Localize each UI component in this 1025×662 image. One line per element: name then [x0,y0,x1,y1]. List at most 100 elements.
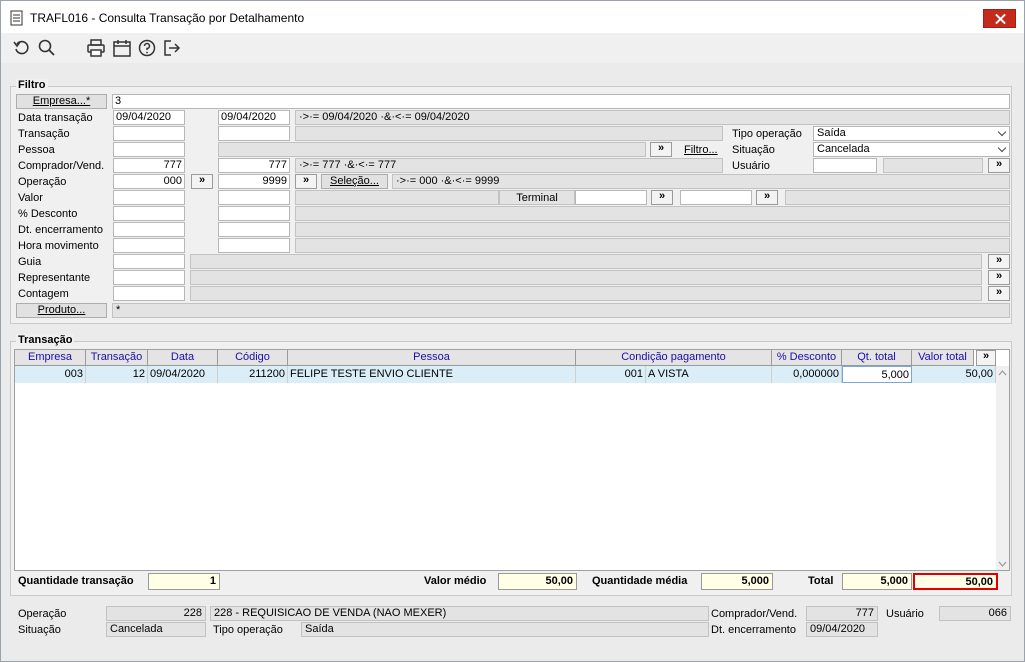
quantidade-media-label: Quantidade média [592,575,688,587]
selecao-button-label: Seleção... [330,175,379,187]
col-desconto[interactable]: % Desconto [772,350,842,366]
dt-encerramento-to[interactable] [218,222,290,237]
desconto-from[interactable] [113,206,185,221]
representante-input[interactable] [113,270,185,285]
col-transacao[interactable]: Transação [86,350,148,366]
footer-situacao-value: Cancelada [106,622,206,637]
close-button[interactable] [983,9,1016,28]
cell-empresa: 003 [15,366,86,383]
dt-encerramento-label: Dt. encerramento [18,224,103,236]
operacao-to[interactable]: 9999 [218,174,290,189]
footer-operacao-desc: 228 - REQUISICAO DE VENDA (NAO MEXER) [210,606,709,621]
pessoa-expr [218,142,646,157]
footer-comprador-value: 777 [806,606,878,621]
terminal-label: Terminal [499,190,575,205]
usuario-arrow-button[interactable]: » [988,158,1010,173]
transacao-label: Transação [18,128,70,140]
operacao-to-arrow-button[interactable]: » [295,174,317,189]
cell-qt-total[interactable]: 5,000 [842,366,912,383]
hora-movimento-expr [295,238,1010,253]
grid-scrollbar[interactable] [996,366,1009,570]
valor-from[interactable] [113,190,185,205]
pessoa-arrow-button[interactable]: » [650,142,672,157]
tipo-operacao-value: Saída [817,127,846,139]
quantidade-media-value: 5,000 [701,573,773,590]
col-empresa[interactable]: Empresa [15,350,86,366]
refresh-icon[interactable] [12,38,32,58]
chevron-down-icon[interactable] [998,561,1007,567]
desconto-label: % Desconto [18,208,78,220]
representante-expr [190,270,982,285]
produto-expr: * [112,303,1010,318]
window-title: TRAFL016 - Consulta Transação por Detalh… [30,11,305,25]
data-transacao-from[interactable]: 09/04/2020 [113,110,185,125]
quantidade-transacao-label: Quantidade transação [18,575,134,587]
data-transacao-to[interactable]: 09/04/2020 [218,110,290,125]
cell-condicao-descricao: A VISTA [646,366,772,383]
comprador-from[interactable]: 777 [113,158,185,173]
contagem-input[interactable] [113,286,185,301]
quantidade-transacao-value: 1 [148,573,220,590]
col-codigo[interactable]: Código [218,350,288,366]
calendar-icon[interactable] [112,38,132,58]
cell-codigo: 211200 [218,366,288,383]
col-qt-total[interactable]: Qt. total [842,350,912,366]
comprador-to[interactable]: 777 [218,158,290,173]
operacao-from[interactable]: 000 [113,174,185,189]
produto-button-label: Produto... [37,304,86,316]
footer-operacao-label: Operação [18,608,67,620]
valor-to[interactable] [218,190,290,205]
col-valor-total[interactable]: Valor total [912,350,974,366]
comprador-expr: ·>·= 777 ·&·<·= 777 [295,158,723,173]
empresa-input[interactable]: 3 [112,94,1010,109]
chevron-down-icon [997,127,1007,137]
situacao-select[interactable]: Cancelada [813,142,1010,157]
operacao-arrow-button[interactable]: » [191,174,213,189]
dt-encerramento-from[interactable] [113,222,185,237]
transacao-to[interactable] [218,126,290,141]
hora-movimento-to[interactable] [218,238,290,253]
footer-tipo-operacao-value: Saída [301,622,709,637]
terminal-from[interactable] [575,190,647,205]
data-transacao-label: Data transação [18,112,93,124]
table-row[interactable]: 003 12 09/04/2020 211200 FELIPE TESTE EN… [15,366,996,383]
desconto-to[interactable] [218,206,290,221]
guia-input[interactable] [113,254,185,269]
total-qt-value: 5,000 [842,573,912,590]
hora-movimento-from[interactable] [113,238,185,253]
transacao-from[interactable] [113,126,185,141]
produto-button[interactable]: Produto... [16,303,107,318]
usuario-label: Usuário [732,160,770,172]
chevron-up-icon[interactable] [998,370,1007,376]
pessoa-filtro-button[interactable]: Filtro... [684,143,718,157]
col-data[interactable]: Data [148,350,218,366]
terminal-to-arrow[interactable]: » [756,190,778,205]
grid-columns-arrow-button[interactable]: » [976,350,996,366]
footer-usuario-label: Usuário [886,608,924,620]
valor-medio-label: Valor médio [424,575,487,587]
cell-valor-total: 50,00 [912,366,996,383]
print-icon[interactable] [86,38,106,58]
search-icon[interactable] [37,38,57,58]
selecao-button[interactable]: Seleção... [321,174,388,189]
col-pessoa[interactable]: Pessoa [288,350,576,366]
contagem-arrow-button[interactable]: » [988,286,1010,301]
contagem-expr [190,286,982,301]
pessoa-label: Pessoa [18,144,55,156]
total-valor-value: 50,00 [913,573,998,590]
usuario-input[interactable] [813,158,877,173]
guia-arrow-button[interactable]: » [988,254,1010,269]
empresa-button[interactable]: Empresa...* [16,94,107,109]
tipo-operacao-select[interactable]: Saída [813,126,1010,141]
terminal-to[interactable] [680,190,752,205]
empresa-button-label: Empresa...* [32,95,91,107]
footer-comprador-label: Comprador/Vend. [711,608,798,620]
col-condicao-pagamento[interactable]: Condição pagamento [576,350,772,366]
pessoa-from[interactable] [113,142,185,157]
terminal-from-arrow[interactable]: » [651,190,673,205]
cell-data: 09/04/2020 [148,366,218,383]
representante-arrow-button[interactable]: » [988,270,1010,285]
cell-pessoa: FELIPE TESTE ENVIO CLIENTE [288,366,576,383]
exit-icon[interactable] [162,38,182,58]
help-icon[interactable] [137,38,157,58]
